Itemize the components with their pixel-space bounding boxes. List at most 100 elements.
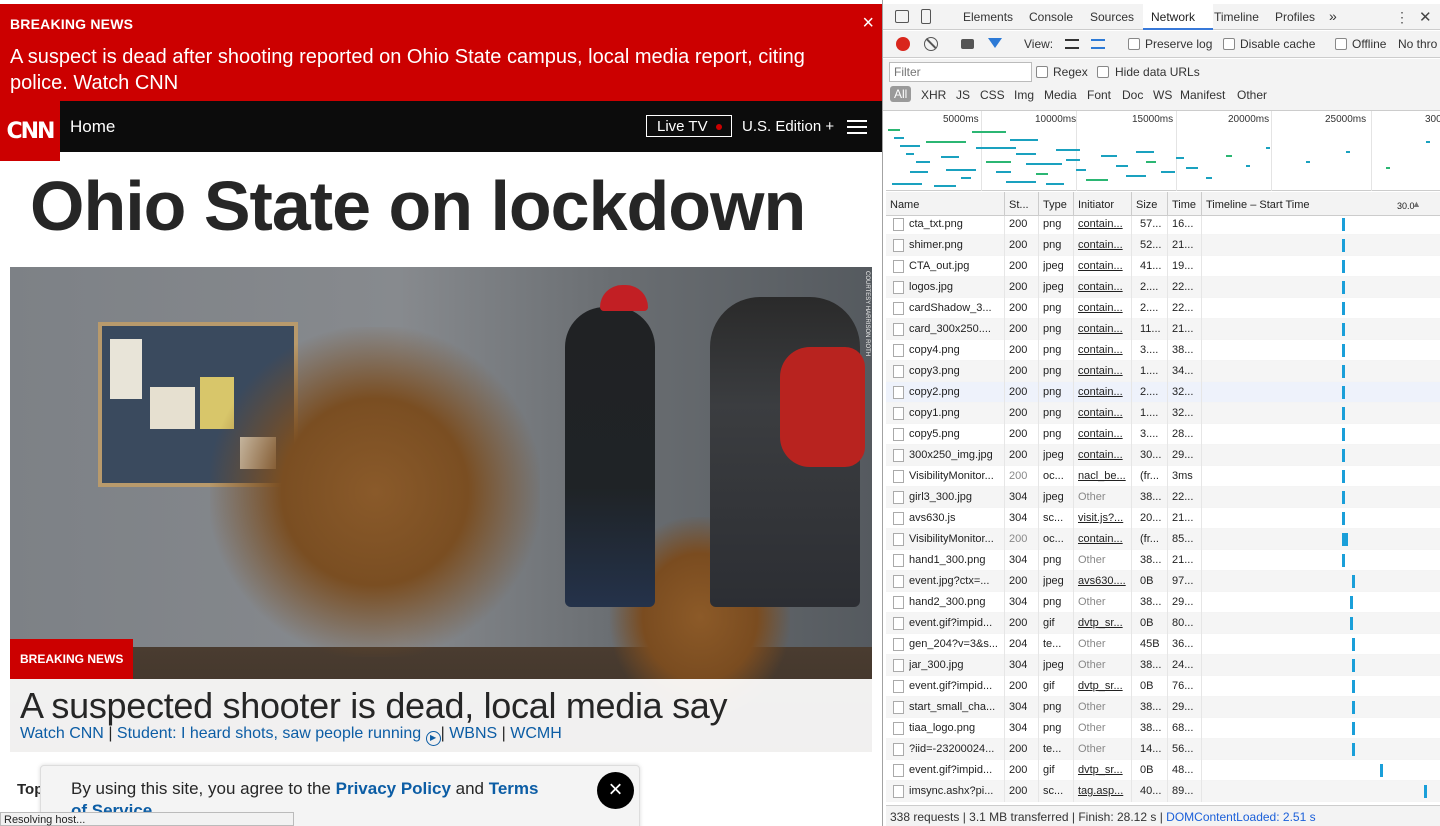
type-filter-other[interactable]: Other	[1237, 88, 1267, 102]
table-row[interactable]: copy4.png 200 png contain... 3.... 38...	[886, 340, 1440, 361]
type-filter-media[interactable]: Media	[1044, 88, 1077, 102]
waterfall-bar[interactable]	[1342, 218, 1345, 231]
link-student-video[interactable]: Student: I heard shots, saw people runni…	[117, 725, 421, 742]
disable-cache-checkbox[interactable]	[1223, 38, 1235, 50]
device-toolbar-icon[interactable]	[921, 9, 931, 24]
waterfall-bar[interactable]	[1352, 638, 1355, 651]
request-initiator[interactable]: contain...	[1078, 281, 1128, 293]
waterfall-bar[interactable]	[1342, 470, 1345, 483]
tab-sources[interactable]: Sources	[1090, 10, 1134, 24]
regex-checkbox[interactable]	[1036, 66, 1048, 78]
play-icon[interactable]: ▶	[425, 731, 441, 746]
type-filter-xhr[interactable]: XHR	[921, 88, 946, 102]
col-timeline[interactable]: Timeline – Start Time	[1206, 199, 1310, 211]
hamburger-menu-icon[interactable]	[847, 120, 867, 134]
devtools-close-icon[interactable]: ✕	[1419, 8, 1432, 26]
clear-icon[interactable]	[924, 37, 938, 51]
waterfall-bar[interactable]	[1342, 281, 1345, 294]
filter-input[interactable]	[889, 62, 1032, 82]
waterfall-bar[interactable]	[1342, 512, 1345, 525]
table-row[interactable]: avs630.js 304 sc... visit.js?... 20... 21...	[886, 508, 1440, 529]
request-initiator[interactable]: contain...	[1078, 218, 1128, 230]
table-row[interactable]: hand2_300.png 304 png Other 38... 29...	[886, 592, 1440, 613]
table-row[interactable]: imsync.ashx?pi... 200 sc... tag.asp... 40...…	[886, 781, 1440, 802]
request-initiator[interactable]: contain...	[1078, 260, 1128, 272]
live-tv-button[interactable]: Live TV	[646, 115, 732, 137]
waterfall-bar[interactable]	[1352, 680, 1355, 693]
table-row[interactable]: event.gif?impid... 200 gif dvtp_sr... 0B 48..…	[886, 760, 1440, 781]
request-initiator[interactable]: contain...	[1078, 344, 1128, 356]
table-row[interactable]: girl3_300.jpg 304 jpeg Other 38... 22...	[886, 487, 1440, 508]
table-row[interactable]: card_300x250.... 200 png contain... 11... 21.…	[886, 319, 1440, 340]
breaking-news-banner[interactable]: BREAKING NEWS A suspect is dead after sh…	[0, 4, 882, 101]
type-filter-font[interactable]: Font	[1087, 88, 1111, 102]
table-row[interactable]: event.gif?impid... 200 gif dvtp_sr... 0B 76..…	[886, 676, 1440, 697]
breaking-news-text[interactable]: A suspect is dead after shooting reporte…	[10, 44, 840, 96]
waterfall-bar[interactable]	[1350, 617, 1353, 630]
offline-checkbox[interactable]	[1335, 38, 1347, 50]
waterfall-bar[interactable]	[1352, 722, 1355, 735]
request-initiator[interactable]: visit.js?...	[1078, 512, 1128, 524]
request-initiator[interactable]: contain...	[1078, 323, 1128, 335]
request-initiator[interactable]: contain...	[1078, 365, 1128, 377]
table-row[interactable]: event.jpg?ctx=... 200 jpeg avs630.... 0B 97..…	[886, 571, 1440, 592]
waterfall-bar[interactable]	[1342, 428, 1345, 441]
table-row[interactable]: cardShadow_3... 200 png contain... 2.... 22..…	[886, 298, 1440, 319]
table-row[interactable]: start_small_cha... 304 png Other 38... 29...	[886, 697, 1440, 718]
edition-selector[interactable]: U.S. Edition +	[742, 118, 834, 135]
table-row[interactable]: cta_txt.png 200 png contain... 57... 16...	[886, 216, 1440, 235]
waterfall-bar[interactable]	[1352, 659, 1355, 672]
col-type[interactable]: Type	[1043, 199, 1067, 211]
waterfall-bar[interactable]	[1424, 785, 1427, 798]
throttling-select[interactable]: No thro	[1398, 37, 1437, 51]
list-view-icon[interactable]	[1065, 39, 1079, 49]
table-row[interactable]: copy3.png 200 png contain... 1.... 34...	[886, 361, 1440, 382]
col-size[interactable]: Size	[1136, 199, 1157, 211]
cnn-logo[interactable]: CNN	[0, 101, 60, 161]
request-initiator[interactable]: contain...	[1078, 239, 1128, 251]
preserve-log-checkbox[interactable]	[1128, 38, 1140, 50]
consent-close-button[interactable]: ×	[597, 772, 634, 809]
waterfall-bar[interactable]	[1342, 323, 1345, 336]
waterfall-bar[interactable]	[1342, 386, 1345, 399]
waterfall-bar[interactable]	[1352, 743, 1355, 756]
tab-timeline[interactable]: Timeline	[1214, 10, 1259, 24]
banner-close-icon[interactable]: ×	[862, 13, 874, 33]
tab-profiles[interactable]: Profiles	[1275, 10, 1315, 24]
waterfall-bar[interactable]	[1342, 533, 1348, 546]
hero-title[interactable]: A suspected shooter is dead, local media…	[20, 685, 728, 727]
filter-funnel-icon[interactable]	[988, 38, 1002, 48]
link-wcmh[interactable]: WCMH	[510, 725, 562, 742]
nav-home-link[interactable]: Home	[70, 117, 115, 137]
waterfall-bar[interactable]	[1342, 365, 1345, 378]
waterfall-bar[interactable]	[1350, 596, 1353, 609]
link-watch-cnn[interactable]: Watch CNN	[20, 725, 104, 742]
table-row[interactable]: gen_204?v=3&s... 204 te... Other 45B 36...	[886, 634, 1440, 655]
type-filter-all[interactable]: All	[890, 86, 912, 102]
table-row[interactable]: copy1.png 200 png contain... 1.... 32...	[886, 403, 1440, 424]
more-tabs-icon[interactable]: »	[1329, 8, 1337, 24]
waterfall-bar[interactable]	[1342, 407, 1345, 420]
type-filter-js[interactable]: JS	[956, 88, 970, 102]
waterfall-bar[interactable]	[1342, 260, 1345, 273]
request-initiator[interactable]: contain...	[1078, 428, 1128, 440]
table-row[interactable]: copy5.png 200 png contain... 3.... 28...	[886, 424, 1440, 445]
type-filter-css[interactable]: CSS	[980, 88, 1005, 102]
sort-arrow-icon[interactable]: ▲	[1412, 199, 1421, 209]
table-row[interactable]: ?iid=-23200024... 200 te... Other 14... 56...	[886, 739, 1440, 760]
page-headline[interactable]: Ohio State on lockdown	[30, 166, 806, 246]
hide-data-urls-checkbox[interactable]	[1097, 66, 1109, 78]
inspect-element-icon[interactable]	[895, 10, 909, 23]
table-row[interactable]: tiaa_logo.png 304 png Other 38... 68...	[886, 718, 1440, 739]
devtools-menu-icon[interactable]: ⋮	[1395, 9, 1409, 26]
type-filter-doc[interactable]: Doc	[1122, 88, 1143, 102]
request-initiator[interactable]: contain...	[1078, 533, 1128, 545]
type-filter-manifest[interactable]: Manifest	[1180, 88, 1225, 102]
waterfall-bar[interactable]	[1352, 701, 1355, 714]
request-initiator[interactable]: dvtp_sr...	[1078, 617, 1128, 629]
type-filter-ws[interactable]: WS	[1153, 88, 1172, 102]
table-row[interactable]: VisibilityMonitor... 200 oc... contain... (f…	[886, 529, 1440, 550]
request-initiator[interactable]: avs630....	[1078, 575, 1128, 587]
table-row[interactable]: event.gif?impid... 200 gif dvtp_sr... 0B 80..…	[886, 613, 1440, 634]
request-initiator[interactable]: nacl_be...	[1078, 470, 1128, 482]
